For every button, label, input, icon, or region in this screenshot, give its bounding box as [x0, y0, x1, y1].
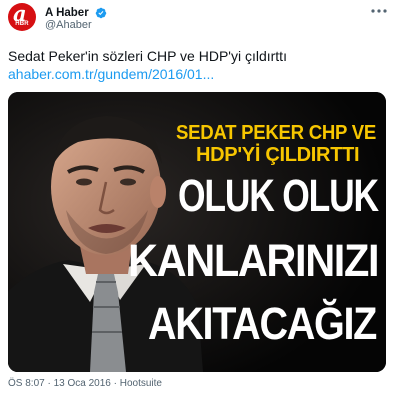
headline-big-3: AKITACAĞIZ	[148, 298, 377, 349]
display-name[interactable]: A Haber	[45, 7, 89, 19]
tweet-meta[interactable]: ÖS 8:07 · 13 Oca 2016 · Hootsuite	[8, 378, 162, 389]
tweet-text: Sedat Peker'in sözleri CHP ve HDP'yi çıl…	[8, 48, 287, 64]
avatar-subtext: HBR	[15, 21, 29, 27]
headline-small-2: HDP'Yİ ÇILDIRTTI	[196, 144, 360, 166]
tweet-link[interactable]: ahaber.com.tr/gundem/2016/01...	[8, 65, 388, 84]
headline-small-1: SEDAT PEKER CHP VE	[176, 122, 376, 144]
avatar[interactable]: a HBR	[8, 3, 36, 31]
verified-badge-icon	[95, 7, 107, 19]
headline-big-2: KANLARINIZI	[128, 235, 379, 286]
headline-big-1: OLUK OLUK	[178, 170, 379, 221]
tweet-image[interactable]: SEDAT PEKER CHP VE HDP'Yİ ÇILDIRTTI OLUK…	[8, 92, 386, 372]
name-line: A Haber	[45, 4, 107, 19]
tweet-header: a HBR A Haber @Ahaber	[8, 3, 388, 33]
more-icon[interactable]	[370, 6, 388, 16]
handle[interactable]: @Ahaber	[45, 19, 92, 31]
